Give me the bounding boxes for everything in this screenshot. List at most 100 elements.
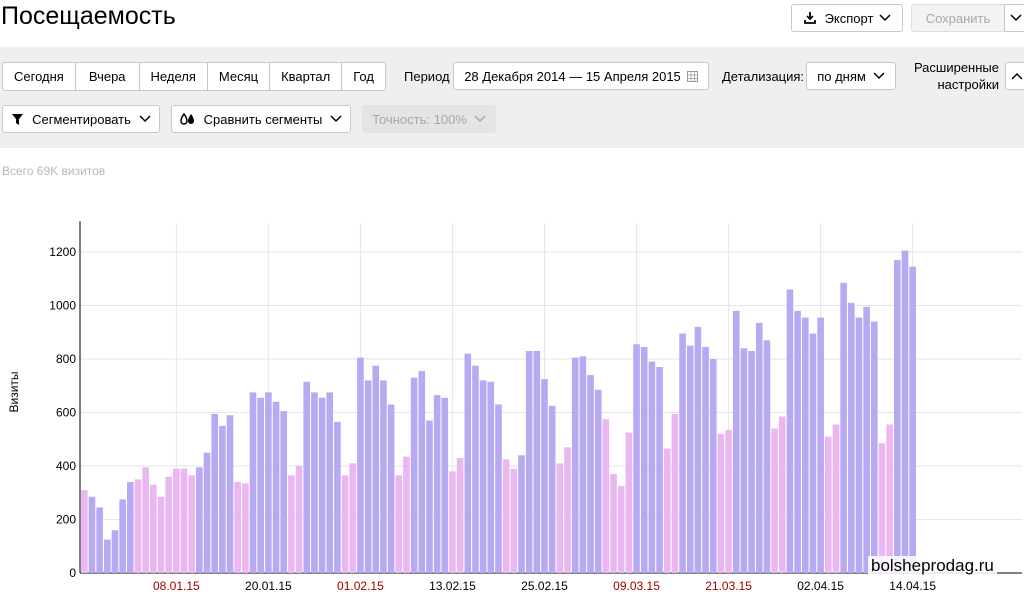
advanced-toggle-button[interactable] xyxy=(1005,62,1024,90)
bar[interactable] xyxy=(395,475,403,573)
bar[interactable] xyxy=(533,350,541,573)
bar[interactable] xyxy=(778,416,786,573)
bar[interactable] xyxy=(349,463,357,573)
bar[interactable] xyxy=(694,326,702,573)
bar[interactable] xyxy=(188,475,195,573)
bar[interactable] xyxy=(617,486,625,573)
bar[interactable] xyxy=(119,499,126,573)
bar[interactable] xyxy=(541,379,548,573)
bar[interactable] xyxy=(472,365,479,573)
bar[interactable] xyxy=(755,322,763,573)
bar[interactable] xyxy=(817,317,824,573)
bar[interactable] xyxy=(771,428,778,573)
bar[interactable] xyxy=(556,463,564,573)
bar[interactable] xyxy=(656,367,663,573)
bar[interactable] xyxy=(127,482,134,573)
bar[interactable] xyxy=(801,317,809,573)
bar[interactable] xyxy=(372,365,380,573)
bar[interactable] xyxy=(203,452,211,573)
bar[interactable] xyxy=(211,413,218,573)
bar[interactable] xyxy=(157,496,165,573)
bar[interactable] xyxy=(748,350,755,573)
bar[interactable] xyxy=(763,340,771,573)
bar[interactable] xyxy=(180,468,188,573)
bar[interactable] xyxy=(686,345,694,573)
bar[interactable] xyxy=(709,359,717,573)
bar[interactable] xyxy=(786,289,794,573)
bar[interactable] xyxy=(219,425,226,573)
bar[interactable] xyxy=(165,476,172,573)
bar[interactable] xyxy=(81,490,88,573)
bar[interactable] xyxy=(894,260,901,573)
bar[interactable] xyxy=(725,429,732,573)
bar[interactable] xyxy=(242,483,249,573)
advanced-settings-link[interactable]: Расширенные настройки xyxy=(903,59,999,93)
bar[interactable] xyxy=(318,397,326,573)
bar[interactable] xyxy=(134,479,142,573)
bar[interactable] xyxy=(441,397,449,573)
bar[interactable] xyxy=(633,344,640,573)
bar[interactable] xyxy=(671,413,679,573)
bar[interactable] xyxy=(625,432,633,573)
bar[interactable] xyxy=(495,404,502,573)
bar[interactable] xyxy=(280,411,288,573)
bar[interactable] xyxy=(909,266,916,573)
bar[interactable] xyxy=(426,420,433,573)
bar[interactable] xyxy=(824,436,832,573)
segment-button[interactable]: Сегментировать xyxy=(2,105,160,133)
compare-segments-button[interactable]: Сравнить сегменты xyxy=(171,105,351,133)
bar[interactable] xyxy=(848,302,855,573)
bar[interactable] xyxy=(464,353,472,573)
bar[interactable] xyxy=(288,475,295,573)
bar[interactable] xyxy=(602,419,610,573)
bar[interactable] xyxy=(679,333,686,573)
bar[interactable] xyxy=(587,375,594,573)
bar[interactable] xyxy=(418,371,426,573)
bar[interactable] xyxy=(640,346,648,573)
bar[interactable] xyxy=(610,474,617,573)
bar[interactable] xyxy=(88,496,96,573)
save-button[interactable]: Сохранить xyxy=(911,4,1005,32)
bar[interactable] xyxy=(502,459,510,573)
bar[interactable] xyxy=(525,350,533,573)
bar[interactable] xyxy=(341,475,349,573)
bar[interactable] xyxy=(740,348,748,573)
bar[interactable] xyxy=(794,310,801,573)
bar[interactable] xyxy=(840,282,847,573)
bar[interactable] xyxy=(510,468,518,573)
period-week-button[interactable]: Неделя xyxy=(140,63,208,90)
bar[interactable] xyxy=(571,357,579,573)
bar[interactable] xyxy=(234,482,241,573)
bar[interactable] xyxy=(295,466,303,573)
bar[interactable] xyxy=(303,381,311,573)
period-year-button[interactable]: Год xyxy=(342,63,385,90)
bar[interactable] xyxy=(901,250,909,573)
bar[interactable] xyxy=(732,310,740,573)
period-yesterday-button[interactable]: Вчера xyxy=(76,63,140,90)
bar[interactable] xyxy=(387,404,395,573)
bar[interactable] xyxy=(702,346,709,573)
bar[interactable] xyxy=(265,392,272,573)
bar[interactable] xyxy=(878,443,886,573)
bar[interactable] xyxy=(809,333,817,573)
bar[interactable] xyxy=(380,380,387,573)
date-range-picker[interactable]: 28 Декабря 2014 — 15 Апреля 2015 xyxy=(453,62,709,90)
period-month-button[interactable]: Месяц xyxy=(208,63,271,90)
bar[interactable] xyxy=(142,467,149,573)
bar[interactable] xyxy=(326,392,334,573)
bar[interactable] xyxy=(548,405,556,573)
bar[interactable] xyxy=(717,433,725,573)
bar[interactable] xyxy=(96,507,103,573)
bar[interactable] xyxy=(449,471,456,573)
bar[interactable] xyxy=(403,456,410,573)
bar[interactable] xyxy=(364,380,372,573)
bar[interactable] xyxy=(311,392,318,573)
bar[interactable] xyxy=(410,377,418,573)
export-button[interactable]: Экспорт xyxy=(791,4,903,32)
bar[interactable] xyxy=(518,455,525,573)
bar[interactable] xyxy=(564,447,571,573)
bar[interactable] xyxy=(886,424,893,573)
bar[interactable] xyxy=(249,392,257,573)
bar[interactable] xyxy=(579,356,587,573)
bar[interactable] xyxy=(226,415,234,573)
